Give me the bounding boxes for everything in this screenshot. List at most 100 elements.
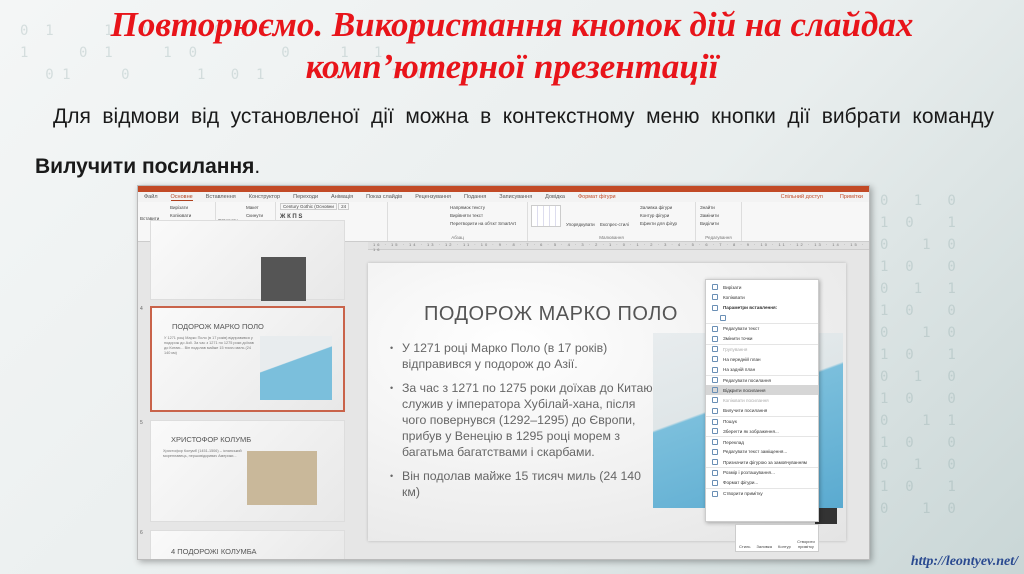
menu-item-icon [712, 356, 718, 363]
slide-thumbnail-4[interactable]: ПОДОРОЖ МАРКО ПОЛО У 1271 році Марко Пол… [150, 306, 345, 412]
menu-item-icon [712, 284, 718, 291]
copy-button[interactable]: Копіювати [170, 212, 211, 220]
shapes-gallery[interactable] [531, 205, 561, 227]
slide-thumbnail-6[interactable]: 4 ПОДОРОЖІ КОЛУМБА [150, 530, 345, 559]
context-menu-item[interactable]: Переклад [706, 436, 818, 446]
menu-item-icon [712, 428, 718, 435]
tab-design[interactable]: Конструктор [249, 194, 280, 200]
portrait-image [247, 451, 317, 505]
context-menu-item[interactable]: Зберегти як зображення... [706, 426, 818, 436]
context-menu-item[interactable]: Пошук [706, 415, 818, 426]
menu-item-icon [712, 418, 718, 425]
comments-button[interactable]: Примітки [840, 194, 863, 200]
context-menu-item[interactable]: Призначити фігурою за замовчуванням [706, 457, 818, 467]
paste-options[interactable] [706, 313, 818, 323]
shape-outline-button[interactable]: Контур фігури [640, 212, 691, 220]
menu-item-label: Переклад [723, 439, 744, 445]
tab-slideshow[interactable]: Показ слайдів [366, 194, 402, 200]
mini-toolbar: Стиль Заливка Контур Створити примітку [735, 524, 819, 552]
context-menu-item[interactable]: Вирізати [706, 282, 818, 292]
context-menu-item[interactable]: Редагувати посилання [706, 374, 818, 385]
shape-effects-button[interactable]: Ефекти для фігур [640, 220, 691, 228]
menu-item-icon [712, 459, 718, 466]
context-menu-item[interactable]: Формат фігури... [706, 478, 818, 488]
menu-item-icon [720, 315, 726, 322]
tab-view[interactable]: Подання [464, 194, 486, 200]
menu-item-icon [712, 346, 718, 353]
slide-thumbnail-5[interactable]: ХРИСТОФОР КОЛУМБ Христофор Колумб (1451-… [150, 420, 345, 522]
slide-number: 6 [140, 530, 143, 536]
cut-button[interactable]: Вирізати [170, 204, 211, 212]
layout-button[interactable]: Макет [246, 204, 271, 212]
menu-item-icon [712, 407, 718, 414]
replace-button[interactable]: Замінити [700, 212, 737, 220]
context-menu-item[interactable]: Створити примітку [706, 487, 818, 498]
menu-item-icon [712, 397, 718, 404]
tab-animations[interactable]: Анімація [331, 194, 353, 200]
context-menu-item[interactable]: Вилучити посилання [706, 406, 818, 416]
menu-item-label: Створити примітку [723, 491, 763, 497]
slide-heading: ПОДОРОЖ МАРКО ПОЛО [424, 303, 678, 325]
tab-help[interactable]: Довідка [545, 194, 565, 200]
shape-fill-button[interactable]: Заливка фігури [640, 204, 691, 212]
context-menu-item[interactable]: Копіювати [706, 292, 818, 302]
menu-item-label: Вирізати [723, 284, 742, 290]
slide-number: 5 [140, 420, 143, 426]
tab-recording[interactable]: Записування [499, 194, 532, 200]
map-image [260, 336, 332, 400]
context-menu-item[interactable]: Параметри вставлення: [706, 303, 818, 313]
tab-shape-format[interactable]: Формат фігури [578, 194, 616, 200]
bullet: Він подолав майже 15 тисяч миль (24 140 … [390, 468, 660, 500]
thumbnail-text: У 1271 році Марко Поло (в 17 років) відп… [164, 336, 254, 355]
fill-button[interactable]: Заливка [757, 544, 772, 549]
menu-item-label: На передній план [723, 356, 761, 362]
menu-item-label: Групування [723, 346, 748, 352]
context-menu-item[interactable]: Редагувати текст заміщення... [706, 447, 818, 457]
menu-item-icon [712, 335, 718, 342]
find-button[interactable]: Знайти [700, 204, 737, 212]
context-menu: Вирізати Копіювати Параметри вставлення: Ре… [705, 279, 819, 522]
menu-item-label: Редагувати посилання [723, 377, 772, 383]
menu-item-label: Формат фігури... [723, 480, 759, 486]
style-button[interactable]: Стиль [739, 544, 750, 549]
menu-item-icon [712, 490, 718, 497]
context-menu-item[interactable]: Розмір і розташування... [706, 467, 818, 477]
font-size-select[interactable]: 24 [338, 203, 350, 210]
website-link[interactable]: http://leontyev.net/ [911, 554, 1018, 570]
slide-thumbnail-pane[interactable]: 4 ПОДОРОЖ МАРКО ПОЛО У 1271 році Марко П… [138, 220, 360, 559]
menu-item-icon [712, 479, 718, 486]
context-menu-item[interactable]: Редагувати текст [706, 323, 818, 333]
ruler: 16 · 15 · 14 · 13 · 12 · 11 · 10 · 9 · 8… [368, 242, 869, 252]
new-comment-button[interactable]: Створити примітку [797, 539, 815, 549]
context-menu-item[interactable]: Копіювати посилання [706, 395, 818, 405]
select-button[interactable]: Виділити [700, 220, 737, 228]
share-button[interactable]: Спільний доступ [781, 194, 823, 200]
reset-button[interactable]: Скинути [246, 212, 271, 220]
tab-home[interactable]: Основне [170, 194, 193, 201]
context-menu-item[interactable]: Змінити точки [706, 333, 818, 343]
context-menu-item[interactable]: На передній план [706, 354, 818, 364]
quick-styles-button[interactable]: Експрес-стилі [600, 222, 629, 227]
align-text-button[interactable]: Вирівняти текст [450, 212, 523, 220]
context-menu-item[interactable]: На задній план [706, 364, 818, 374]
group-paragraph: Напрямок тексту Вирівняти текст Перетвор… [388, 202, 528, 241]
arrange-button[interactable]: Упорядкувати [566, 222, 595, 227]
outline-button[interactable]: Контур [778, 544, 791, 549]
menu-item-label: Копіювати [723, 294, 745, 300]
convert-smartart-button[interactable]: Перетворити на об'єкт SmartArt [450, 220, 523, 228]
menu-item-label: Параметри вставлення: [723, 305, 778, 311]
ribbon-tabs: Файл Основне Вставлення Конструктор Пере… [138, 192, 869, 202]
context-menu-item[interactable]: Відкрити посилання [706, 384, 818, 396]
menu-item-icon [712, 387, 718, 394]
tab-file[interactable]: Файл [144, 194, 158, 200]
group-drawing: Упорядкувати Експрес-стилі Заливка фігур… [528, 202, 696, 241]
tab-transitions[interactable]: Переходи [293, 194, 318, 200]
menu-item-icon [712, 377, 718, 384]
tab-insert[interactable]: Вставлення [206, 194, 236, 200]
text-direction-button[interactable]: Напрямок тексту [450, 204, 523, 212]
font-name-select[interactable]: Century Gothic (Основни [280, 203, 337, 210]
slide-bullets: У 1271 році Марко Поло (в 17 років) відп… [390, 340, 660, 508]
tab-review[interactable]: Рецензування [415, 194, 451, 200]
context-menu-item[interactable]: Групування [706, 343, 818, 354]
slide-thumbnail-prev[interactable] [150, 220, 345, 301]
